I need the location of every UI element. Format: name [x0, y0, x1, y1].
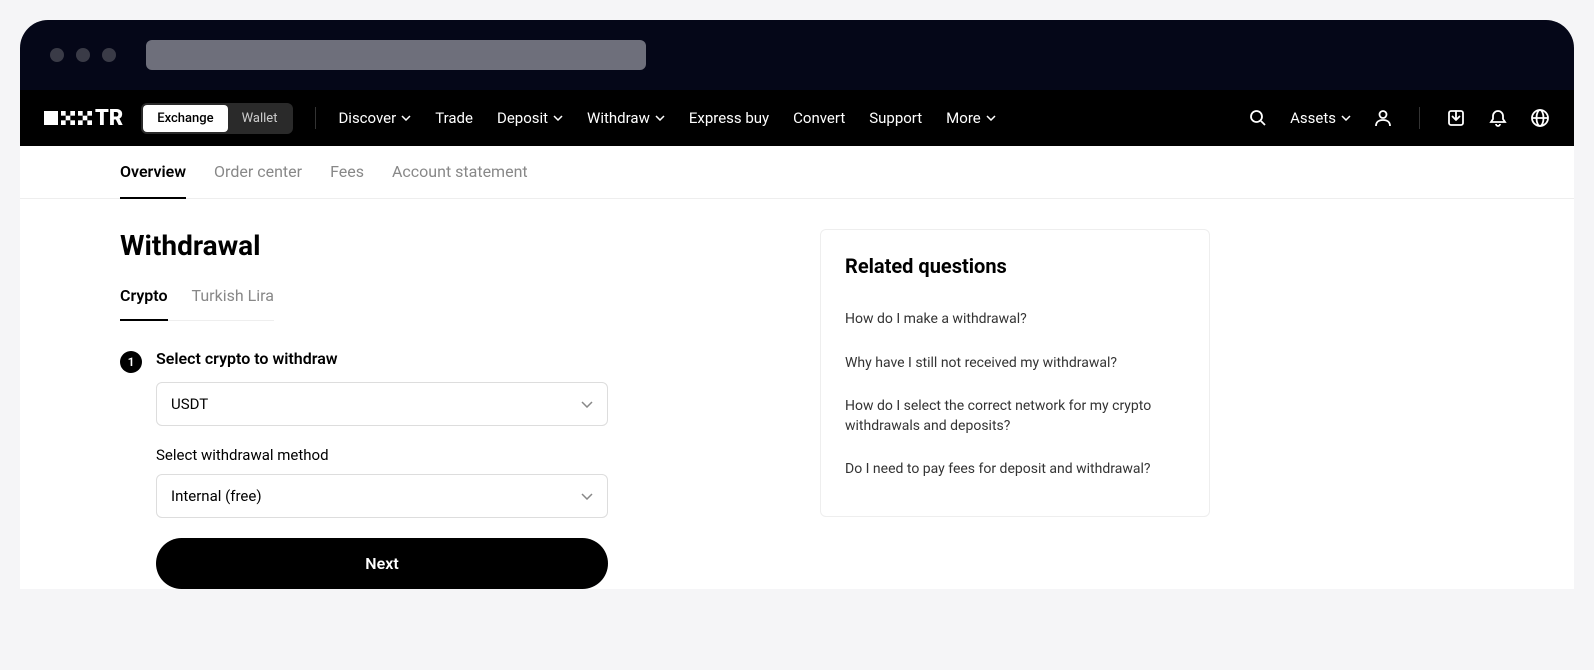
browser-chrome — [20, 20, 1574, 90]
nav-separator — [315, 107, 316, 129]
step-title: Select crypto to withdraw — [156, 349, 780, 368]
nav-discover[interactable]: Discover — [338, 109, 411, 127]
tab-crypto[interactable]: Crypto — [120, 286, 168, 321]
nav-separator — [1419, 107, 1420, 129]
method-label: Select withdrawal method — [156, 446, 780, 464]
sub-nav-overview[interactable]: Overview — [120, 146, 186, 199]
search-icon[interactable] — [1248, 108, 1268, 128]
faq-link[interactable]: How do I select the correct network for … — [845, 385, 1185, 448]
faq-link[interactable]: How do I make a withdrawal? — [845, 298, 1185, 342]
mode-toggle: Exchange Wallet — [141, 103, 293, 134]
faq-link[interactable]: Do I need to pay fees for deposit and wi… — [845, 448, 1185, 492]
nav-assets[interactable]: Assets — [1290, 109, 1351, 127]
traffic-minimize[interactable] — [76, 48, 90, 62]
sub-nav-account-statement[interactable]: Account statement — [392, 146, 528, 199]
logo[interactable]: TR — [44, 106, 123, 131]
user-icon[interactable] — [1373, 108, 1393, 128]
chevron-down-icon — [1341, 115, 1351, 121]
logo-icon — [44, 111, 92, 125]
nav-trade[interactable]: Trade — [435, 109, 473, 127]
traffic-close[interactable] — [50, 48, 64, 62]
crypto-select[interactable]: USDT — [156, 382, 608, 426]
traffic-lights — [50, 48, 116, 62]
mode-wallet[interactable]: Wallet — [228, 105, 292, 132]
sub-nav: Overview Order center Fees Account state… — [20, 146, 1574, 199]
chevron-down-icon — [655, 115, 665, 121]
crypto-select-value: USDT — [171, 395, 208, 413]
nav-convert[interactable]: Convert — [793, 109, 845, 127]
withdrawal-type-tabs: Crypto Turkish Lira — [120, 286, 274, 321]
chevron-down-icon — [553, 115, 563, 121]
chevron-down-icon — [581, 401, 593, 408]
step-number-badge: 1 — [120, 351, 142, 373]
related-questions-panel: Related questions How do I make a withdr… — [820, 229, 1210, 517]
nav-express-buy[interactable]: Express buy — [689, 109, 769, 127]
faq-link[interactable]: Why have I still not received my withdra… — [845, 342, 1185, 386]
nav-support[interactable]: Support — [869, 109, 922, 127]
nav-withdraw[interactable]: Withdraw — [587, 109, 665, 127]
page-title: Withdrawal — [120, 229, 780, 262]
method-select-value: Internal (free) — [171, 487, 262, 505]
chevron-down-icon — [401, 115, 411, 121]
bell-icon[interactable] — [1488, 108, 1508, 128]
logo-text: TR — [95, 106, 123, 131]
browser-window: TR Exchange Wallet Discover Trade Deposi… — [20, 20, 1574, 589]
top-nav: TR Exchange Wallet Discover Trade Deposi… — [20, 90, 1574, 146]
sub-nav-order-center[interactable]: Order center — [214, 146, 302, 199]
chevron-down-icon — [986, 115, 996, 121]
next-button[interactable]: Next — [156, 538, 608, 589]
sub-nav-fees[interactable]: Fees — [330, 146, 364, 199]
address-bar[interactable] — [146, 40, 646, 70]
mode-exchange[interactable]: Exchange — [143, 105, 227, 132]
traffic-maximize[interactable] — [102, 48, 116, 62]
nav-more[interactable]: More — [946, 109, 996, 127]
globe-icon[interactable] — [1530, 108, 1550, 128]
sidebar-title: Related questions — [845, 254, 1185, 278]
nav-deposit[interactable]: Deposit — [497, 109, 563, 127]
download-icon[interactable] — [1446, 108, 1466, 128]
method-select[interactable]: Internal (free) — [156, 474, 608, 518]
tab-turkish-lira[interactable]: Turkish Lira — [192, 286, 274, 321]
chevron-down-icon — [581, 493, 593, 500]
